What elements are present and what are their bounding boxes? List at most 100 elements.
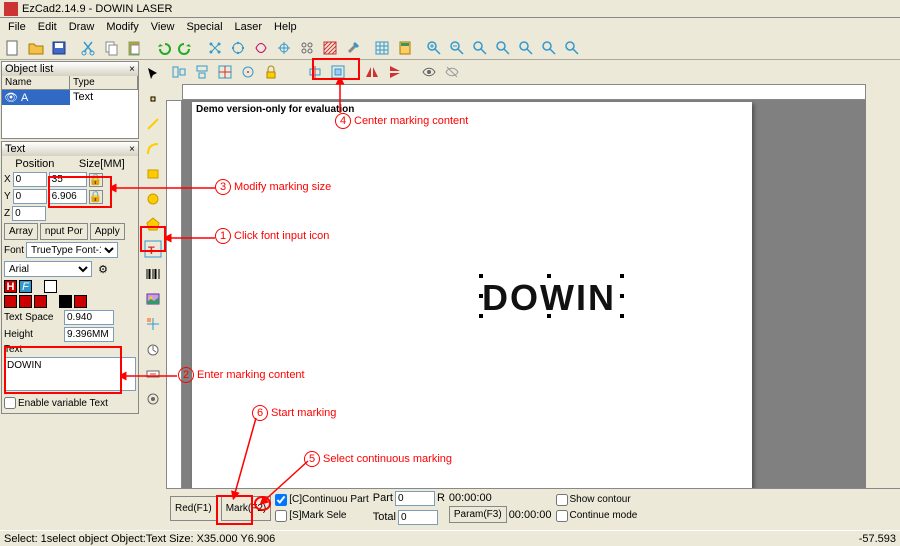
w-input[interactable] xyxy=(49,172,87,187)
zoom-prev-icon[interactable] xyxy=(561,37,583,59)
array-button[interactable]: Array xyxy=(4,223,38,240)
lock-tool-icon[interactable] xyxy=(260,61,282,83)
redo-icon[interactable] xyxy=(175,37,197,59)
input-icon[interactable] xyxy=(141,362,165,386)
window-titlebar: EzCad2.14.9 - DOWIN LASER xyxy=(0,0,900,18)
align-center-icon[interactable] xyxy=(19,295,32,308)
undo-icon[interactable] xyxy=(152,37,174,59)
menu-edit[interactable]: Edit xyxy=(32,20,63,34)
height-input[interactable] xyxy=(64,327,114,342)
color-black[interactable] xyxy=(59,295,72,308)
canvas-text-object[interactable]: DOWIN xyxy=(482,277,616,319)
curve-icon[interactable] xyxy=(141,137,165,161)
polygon-icon[interactable] xyxy=(141,212,165,236)
calc-icon[interactable] xyxy=(394,37,416,59)
zoom-win-icon[interactable] xyxy=(538,37,560,59)
panel-close-icon[interactable]: × xyxy=(129,144,135,155)
align-right-icon[interactable] xyxy=(34,295,47,308)
input-port-button[interactable]: nput Por xyxy=(40,223,88,240)
cut-icon[interactable] xyxy=(77,37,99,59)
continue-mode-checkbox[interactable] xyxy=(556,510,568,522)
color-red[interactable] xyxy=(74,295,87,308)
red-button[interactable]: Red(F1) xyxy=(170,496,217,521)
col-type[interactable]: Type xyxy=(70,76,138,89)
open-icon[interactable] xyxy=(25,37,47,59)
z-input[interactable] xyxy=(12,206,46,221)
font-face-select[interactable]: Arial xyxy=(4,261,92,277)
align-1-icon[interactable] xyxy=(168,61,190,83)
grid-icon[interactable] xyxy=(371,37,393,59)
align-3-icon[interactable] xyxy=(214,61,236,83)
rect-icon[interactable] xyxy=(141,162,165,186)
timer-icon[interactable] xyxy=(141,337,165,361)
paste-icon[interactable] xyxy=(123,37,145,59)
mirror-v-icon[interactable] xyxy=(384,61,406,83)
save-icon[interactable] xyxy=(48,37,70,59)
textspace-input[interactable] xyxy=(64,310,114,325)
mirror-h-icon[interactable] xyxy=(361,61,383,83)
menu-modify[interactable]: Modify xyxy=(100,20,144,34)
lock-icon[interactable]: 🔒 xyxy=(89,190,103,204)
tool-e-icon[interactable] xyxy=(296,37,318,59)
text-content-input[interactable] xyxy=(4,357,136,391)
zoom-in-icon[interactable] xyxy=(423,37,445,59)
tool-a-icon[interactable] xyxy=(204,37,226,59)
y-input[interactable] xyxy=(13,189,47,204)
col-name[interactable]: Name xyxy=(2,76,70,89)
new-icon[interactable] xyxy=(2,37,24,59)
text-tool-icon[interactable]: T xyxy=(141,237,165,261)
menu-laser[interactable]: Laser xyxy=(229,20,269,34)
param-button[interactable]: Param(F3) xyxy=(449,506,507,523)
y-label: Y xyxy=(4,191,11,202)
line-icon[interactable] xyxy=(141,112,165,136)
zoom-sel-icon[interactable] xyxy=(492,37,514,59)
tool-c-icon[interactable] xyxy=(250,37,272,59)
continuous-checkbox[interactable] xyxy=(275,494,287,506)
select-icon[interactable] xyxy=(141,62,165,86)
x-input[interactable] xyxy=(13,172,47,187)
zoom-out-icon[interactable] xyxy=(446,37,468,59)
zoom-all-icon[interactable] xyxy=(515,37,537,59)
center-canvas-icon[interactable] xyxy=(327,61,349,83)
encoder-icon[interactable] xyxy=(141,387,165,411)
hide-icon[interactable] xyxy=(441,61,463,83)
vector-icon[interactable] xyxy=(141,312,165,336)
mark-button[interactable]: Mark(F2) xyxy=(221,496,272,521)
settings-icon[interactable] xyxy=(342,37,364,59)
part-input[interactable] xyxy=(395,491,435,506)
canvas[interactable]: Demo version-only for evaluation DOWIN xyxy=(182,100,866,526)
mark-sele-checkbox[interactable] xyxy=(275,510,287,522)
style-icon[interactable] xyxy=(44,280,57,293)
font-f-icon[interactable]: F xyxy=(19,280,32,293)
show-icon[interactable] xyxy=(418,61,440,83)
h-input[interactable] xyxy=(49,189,87,204)
align-left-icon[interactable] xyxy=(4,295,17,308)
align-4-icon[interactable] xyxy=(237,61,259,83)
menu-view[interactable]: View xyxy=(145,20,181,34)
panel-close-icon[interactable]: × xyxy=(129,64,135,75)
enable-variable-checkbox[interactable] xyxy=(4,397,16,409)
center-h-icon[interactable] xyxy=(304,61,326,83)
font-settings-icon[interactable]: ⚙ xyxy=(94,260,112,278)
font-type-select[interactable]: TrueType Font-10 xyxy=(26,242,118,258)
menu-help[interactable]: Help xyxy=(268,20,303,34)
menu-special[interactable]: Special xyxy=(180,20,228,34)
menu-draw[interactable]: Draw xyxy=(63,20,101,34)
circle-icon[interactable] xyxy=(141,187,165,211)
zoom-fit-icon[interactable] xyxy=(469,37,491,59)
node-icon[interactable] xyxy=(141,87,165,111)
hatch-icon[interactable] xyxy=(319,37,341,59)
hatch-h-icon[interactable]: H xyxy=(4,280,17,293)
show-contour-checkbox[interactable] xyxy=(556,494,568,506)
apply-button[interactable]: Apply xyxy=(90,223,125,240)
barcode-icon[interactable] xyxy=(141,262,165,286)
tool-b-icon[interactable] xyxy=(227,37,249,59)
copy-icon[interactable] xyxy=(100,37,122,59)
total-input[interactable] xyxy=(398,510,438,525)
align-2-icon[interactable] xyxy=(191,61,213,83)
tool-d-icon[interactable] xyxy=(273,37,295,59)
objlist-row[interactable]: 👁 A Text xyxy=(2,90,138,105)
menu-file[interactable]: File xyxy=(2,20,32,34)
image-icon[interactable] xyxy=(141,287,165,311)
lock-icon[interactable]: 🔒 xyxy=(89,173,103,187)
